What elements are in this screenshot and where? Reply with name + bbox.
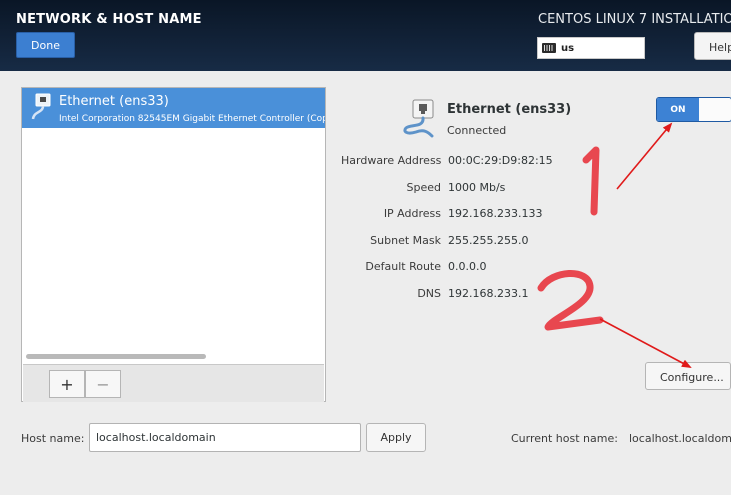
current-host-name-value: localhost.localdomain	[629, 432, 731, 445]
ip-address-label: IP Address	[383, 207, 441, 220]
annotation-mark-1	[582, 146, 600, 216]
keyboard-icon	[542, 43, 556, 53]
annotation-arrow-2	[599, 318, 692, 368]
done-button[interactable]: Done	[16, 32, 75, 58]
subnet-mask-value: 255.255.255.0	[448, 234, 529, 247]
ethernet-cable-icon	[30, 93, 56, 126]
default-route-label: Default Route	[365, 260, 441, 273]
annotation-arrow-1	[616, 122, 673, 190]
dns-label: DNS	[417, 287, 441, 300]
host-name-label: Host name:	[21, 432, 85, 445]
keyboard-layout-indicator[interactable]: us	[537, 37, 645, 59]
default-route-value: 0.0.0.0	[448, 260, 487, 273]
apply-button[interactable]: Apply	[366, 423, 426, 452]
ip-address-value: 192.168.233.133	[448, 207, 543, 220]
keyboard-layout-label: us	[561, 42, 575, 54]
configure-button[interactable]: Configure...	[645, 362, 731, 390]
help-button[interactable]: Help!	[694, 32, 731, 60]
page-title: NETWORK & HOST NAME	[16, 12, 202, 27]
product-name: CENTOS LINUX 7 INSTALLATION	[538, 12, 731, 27]
ethernet-icon	[398, 98, 442, 145]
scrollbar-thumb[interactable]	[26, 354, 206, 359]
speed-label: Speed	[406, 181, 441, 194]
device-name: Ethernet (ens33)	[59, 94, 169, 109]
subnet-mask-label: Subnet Mask	[370, 234, 441, 247]
device-detail-name: Ethernet (ens33)	[447, 102, 572, 117]
hardware-address-value: 00:0C:29:D9:82:15	[448, 154, 553, 167]
hardware-address-label: Hardware Address	[341, 154, 442, 167]
speed-value: 1000 Mb/s	[448, 181, 506, 194]
current-host-name-label: Current host name:	[511, 432, 618, 445]
connection-toggle[interactable]: ON	[656, 97, 731, 122]
connection-status: Connected	[447, 124, 507, 137]
dns-value: 192.168.233.1	[448, 287, 529, 300]
header-bar	[0, 0, 731, 71]
add-device-button[interactable]: +	[49, 370, 85, 398]
host-name-input[interactable]	[89, 423, 361, 452]
annotation-mark-2	[537, 270, 604, 331]
device-list: Ethernet (ens33) Intel Corporation 82545…	[21, 87, 326, 402]
device-description: Intel Corporation 82545EM Gigabit Ethern…	[59, 114, 325, 124]
remove-device-button[interactable]: −	[85, 370, 121, 398]
device-toolbar: + −	[23, 364, 324, 402]
device-list-item[interactable]: Ethernet (ens33) Intel Corporation 82545…	[22, 88, 325, 128]
toggle-on-label: ON	[657, 98, 699, 121]
